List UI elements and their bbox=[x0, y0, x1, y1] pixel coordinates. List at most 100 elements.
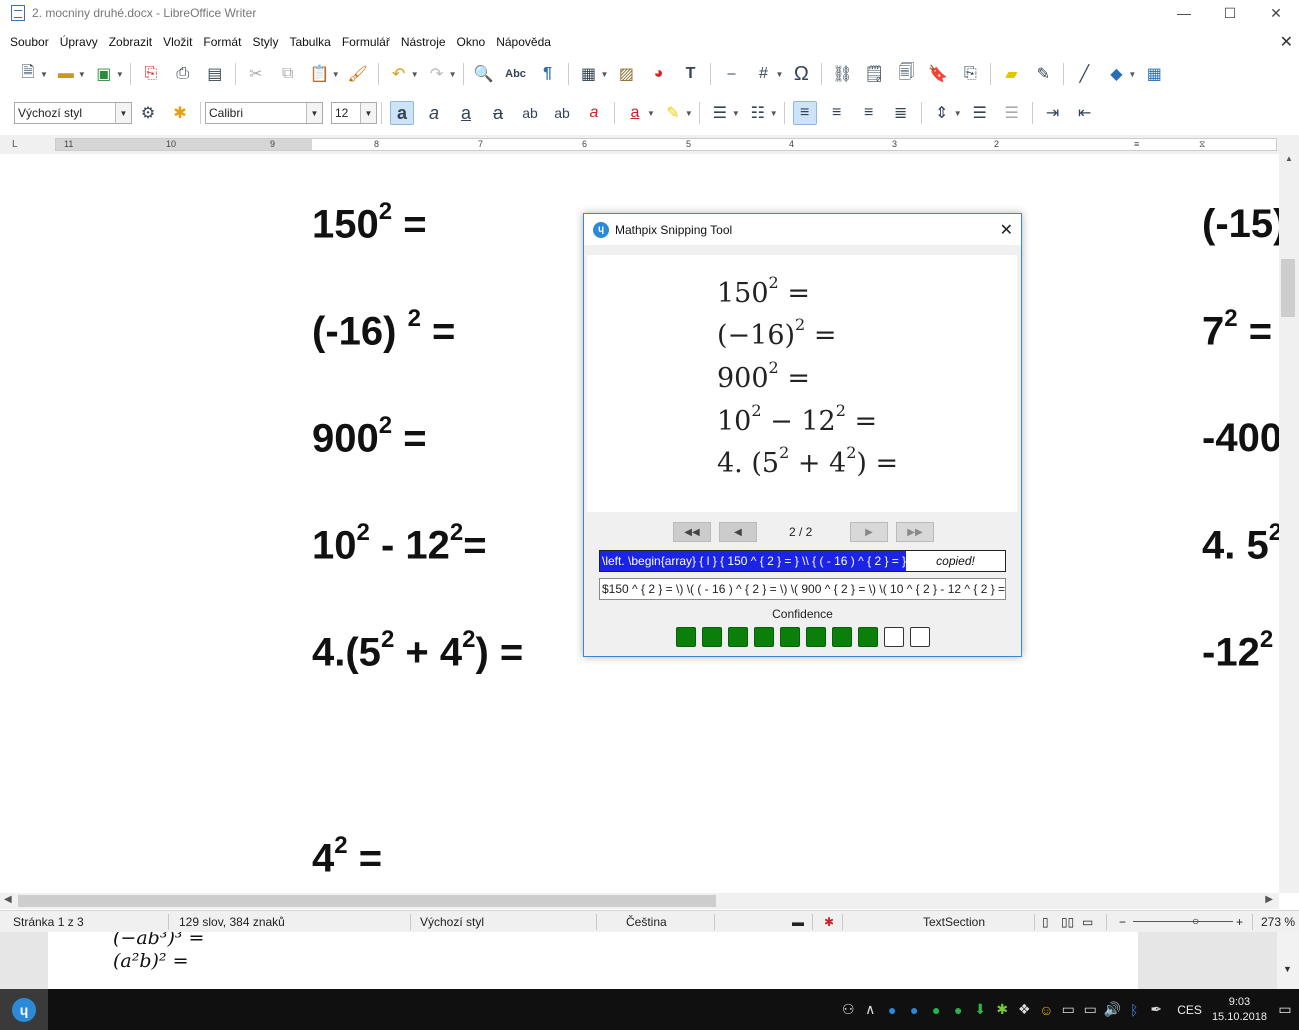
chevron-down-icon[interactable]: ▼ bbox=[306, 103, 322, 123]
font-color-dropdown-icon[interactable]: ▼ bbox=[647, 109, 655, 118]
clone-formatting-icon[interactable]: 🖌 bbox=[346, 62, 370, 86]
first-page-button[interactable]: ◀◀ bbox=[673, 522, 711, 542]
draw-functions-icon[interactable]: ▦ bbox=[1142, 62, 1166, 86]
chevron-down-icon[interactable]: ▼ bbox=[115, 103, 131, 123]
new-dropdown-icon[interactable]: ▼ bbox=[40, 70, 48, 79]
track-changes-icon[interactable]: ✎ bbox=[1031, 62, 1055, 86]
mathpix-close-button[interactable]: ✕ bbox=[1000, 220, 1013, 240]
menu-soubor[interactable]: Soubor bbox=[5, 35, 55, 49]
status-zoom[interactable]: 273 % bbox=[1261, 915, 1295, 929]
single-page-view-icon[interactable]: ▯ bbox=[1042, 915, 1049, 929]
inline-latex-text[interactable]: $150 ^ { 2 } = \) \( ( - 16 ) ^ { 2 } = … bbox=[602, 582, 1005, 596]
menu-zobrazit[interactable]: Zobrazit bbox=[104, 35, 158, 49]
bullet-dropdown-icon[interactable]: ▼ bbox=[732, 109, 740, 118]
multi-page-view-icon[interactable]: ▯▯ bbox=[1061, 915, 1074, 929]
last-page-button[interactable]: ▶▶ bbox=[896, 522, 934, 542]
hyperlink-icon[interactable]: ⛓ bbox=[830, 62, 854, 86]
keyboard-icon[interactable]: ▭ bbox=[1057, 1001, 1079, 1018]
horizontal-scroll-thumb[interactable] bbox=[18, 895, 716, 907]
mathpix-tray-icon[interactable]: ● bbox=[881, 1002, 903, 1018]
decrease-paragraph-spacing-icon[interactable]: ☰ bbox=[1000, 101, 1024, 125]
close-document-icon[interactable]: ✕ bbox=[1280, 32, 1293, 52]
justify-icon[interactable]: ≣ bbox=[889, 101, 913, 125]
paste-icon[interactable]: 📋 bbox=[308, 62, 332, 86]
highlight-dropdown-icon[interactable]: ▼ bbox=[685, 109, 693, 118]
status-page-style[interactable]: Výchozí styl bbox=[420, 915, 484, 929]
maximize-button[interactable]: ☐ bbox=[1207, 0, 1253, 26]
highlight-icon[interactable]: ✎ bbox=[661, 101, 685, 125]
copy-icon[interactable]: ⧉ bbox=[276, 62, 300, 86]
formatting-marks-icon[interactable]: ¶ bbox=[536, 62, 560, 86]
numbered-list-icon[interactable]: ☷ bbox=[746, 101, 770, 125]
tab-stop-icon[interactable]: L bbox=[12, 139, 18, 150]
bold-icon[interactable]: a bbox=[390, 101, 414, 125]
bullet-list-icon[interactable]: ☰ bbox=[708, 101, 732, 125]
menu-tabulka[interactable]: Tabulka bbox=[284, 35, 336, 49]
insert-image-icon[interactable]: ▨ bbox=[614, 62, 638, 86]
cross-reference-icon[interactable]: ⎘ bbox=[958, 62, 982, 86]
status-language[interactable]: Čeština bbox=[626, 915, 667, 929]
shapes-dropdown-icon[interactable]: ▼ bbox=[1128, 70, 1136, 79]
scroll-up-icon[interactable]: ▲ bbox=[1279, 154, 1299, 168]
footnote-icon[interactable]: 🗒 bbox=[862, 62, 886, 86]
print-icon[interactable]: ⎙ bbox=[171, 62, 195, 86]
zoom-slider-thumb-icon[interactable]: ○ bbox=[1192, 914, 1199, 928]
emoji-icon[interactable]: ☺ bbox=[1035, 1002, 1057, 1018]
menu-upravy[interactable]: Úpravy bbox=[55, 35, 104, 49]
skype-icon[interactable]: ● bbox=[903, 1002, 925, 1018]
update-style-icon[interactable]: ⚙ bbox=[136, 101, 160, 125]
undo-dropdown-icon[interactable]: ▼ bbox=[411, 70, 419, 79]
ruler-strip[interactable]: 11 10 9 8 7 6 5 4 3 2 ≡ ⧖ bbox=[55, 138, 1277, 151]
document-modified-icon[interactable]: ✱ bbox=[824, 915, 834, 929]
insert-chart-icon[interactable]: ◕ bbox=[646, 62, 670, 86]
numbering-dropdown-icon[interactable]: ▼ bbox=[770, 109, 778, 118]
status-page[interactable]: Stránka 1 z 3 bbox=[13, 915, 84, 929]
endnote-icon[interactable]: 🗐 bbox=[894, 62, 918, 86]
vertical-scroll-thumb[interactable] bbox=[1281, 259, 1295, 317]
book-view-icon[interactable]: ▭ bbox=[1082, 915, 1093, 929]
table-dropdown-icon[interactable]: ▼ bbox=[601, 70, 609, 79]
horizontal-scrollbar[interactable]: ◀ ▶ bbox=[0, 893, 1279, 909]
print-preview-icon[interactable]: ▤ bbox=[203, 62, 227, 86]
prev-page-button[interactable]: ◀ bbox=[719, 522, 757, 542]
scroll-right-icon[interactable]: ▶ bbox=[1265, 894, 1273, 905]
line-spacing-dropdown-icon[interactable]: ▼ bbox=[954, 109, 962, 118]
field-dropdown-icon[interactable]: ▼ bbox=[775, 70, 783, 79]
increase-indent-icon[interactable]: ⇥ bbox=[1041, 101, 1065, 125]
insert-field-icon[interactable]: # bbox=[751, 62, 775, 86]
font-size-select[interactable]: 12 ▼ bbox=[331, 102, 377, 124]
superscript-icon[interactable]: ab bbox=[518, 101, 542, 125]
underline-icon[interactable]: a bbox=[454, 101, 478, 125]
align-right-icon[interactable]: ≡ bbox=[857, 101, 881, 125]
status-word-count[interactable]: 129 slov, 384 znaků bbox=[179, 915, 285, 929]
insert-table-icon[interactable]: ▦ bbox=[577, 62, 601, 86]
menu-nastroje[interactable]: Nástroje bbox=[396, 35, 452, 49]
ruler-indent-marker-icon[interactable]: ≡ bbox=[1134, 139, 1139, 149]
volume-icon[interactable]: 🔊 bbox=[1101, 1001, 1123, 1018]
pen-icon[interactable]: ✒ bbox=[1145, 1001, 1167, 1018]
scroll-left-icon[interactable]: ◀ bbox=[4, 894, 12, 905]
minimize-button[interactable]: — bbox=[1161, 0, 1207, 26]
inline-latex-field[interactable]: $150 ^ { 2 } = \) \( ( - 16 ) ^ { 2 } = … bbox=[599, 578, 1006, 600]
next-page-button[interactable]: ▶ bbox=[850, 522, 888, 542]
new-document-icon[interactable]: 🗎 bbox=[16, 62, 40, 86]
chevron-down-icon[interactable]: ▼ bbox=[360, 103, 376, 123]
find-replace-icon[interactable]: 🔍 bbox=[472, 62, 496, 86]
people-icon[interactable]: ⚇ bbox=[837, 1001, 859, 1018]
dropbox-icon[interactable]: ❖ bbox=[1013, 1001, 1035, 1018]
menu-napoveda[interactable]: Nápověda bbox=[491, 35, 557, 49]
font-name-select[interactable]: Calibri ▼ bbox=[205, 102, 323, 124]
download-icon[interactable]: ⬇ bbox=[969, 1001, 991, 1018]
bookmark-icon[interactable]: 🔖 bbox=[926, 62, 950, 86]
sync-icon[interactable]: ● bbox=[947, 1002, 969, 1018]
comment-icon[interactable]: ▰ bbox=[999, 62, 1023, 86]
menu-okno[interactable]: Okno bbox=[452, 35, 492, 49]
vertical-scrollbar[interactable]: ▲ bbox=[1279, 154, 1299, 893]
redo-icon[interactable]: ↷ bbox=[425, 62, 449, 86]
paragraph-style-select[interactable]: Výchozí styl ▼ bbox=[14, 102, 132, 124]
save-dropdown-icon[interactable]: ▼ bbox=[116, 70, 124, 79]
increase-paragraph-spacing-icon[interactable]: ☰ bbox=[968, 101, 992, 125]
input-language[interactable]: CES bbox=[1177, 1003, 1202, 1017]
cut-icon[interactable]: ✂ bbox=[244, 62, 268, 86]
paste-dropdown-icon[interactable]: ▼ bbox=[332, 70, 340, 79]
